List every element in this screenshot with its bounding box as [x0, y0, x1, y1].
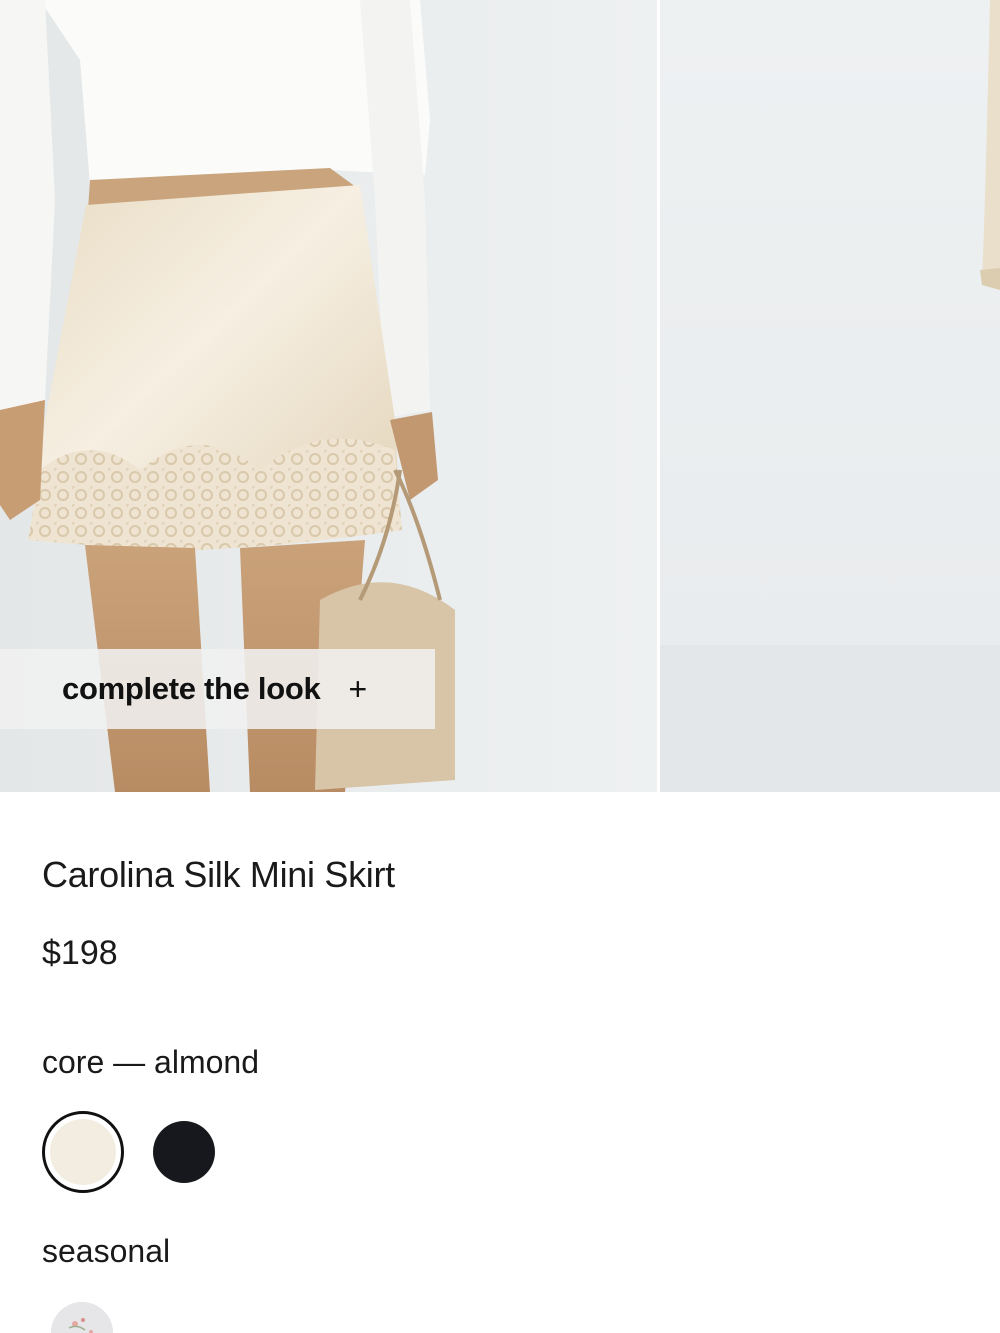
- core-color-label: core — almond: [42, 1044, 259, 1080]
- swatch-almond[interactable]: [42, 1111, 124, 1193]
- product-image-main[interactable]: complete the look +: [0, 0, 657, 792]
- product-page: complete the look + Carolina Silk Mini S…: [0, 0, 1000, 1333]
- swatch-almond-fill: [50, 1119, 116, 1185]
- product-image-secondary[interactable]: [660, 0, 1000, 792]
- product-price: $198: [42, 934, 118, 972]
- complete-the-look-label: complete the look: [62, 671, 321, 706]
- core-color-swatches: [42, 1111, 215, 1193]
- floral-print-icon: [51, 1302, 113, 1333]
- plus-icon: +: [348, 671, 368, 707]
- product-back-image: [660, 0, 1000, 792]
- swatch-black[interactable]: [153, 1121, 215, 1183]
- seasonal-color-label: seasonal: [42, 1233, 171, 1269]
- product-title: Carolina Silk Mini Skirt: [42, 854, 395, 895]
- image-gallery[interactable]: complete the look +: [0, 0, 1000, 792]
- swatch-floral-print[interactable]: [51, 1302, 113, 1333]
- complete-the-look-button[interactable]: complete the look +: [0, 649, 435, 729]
